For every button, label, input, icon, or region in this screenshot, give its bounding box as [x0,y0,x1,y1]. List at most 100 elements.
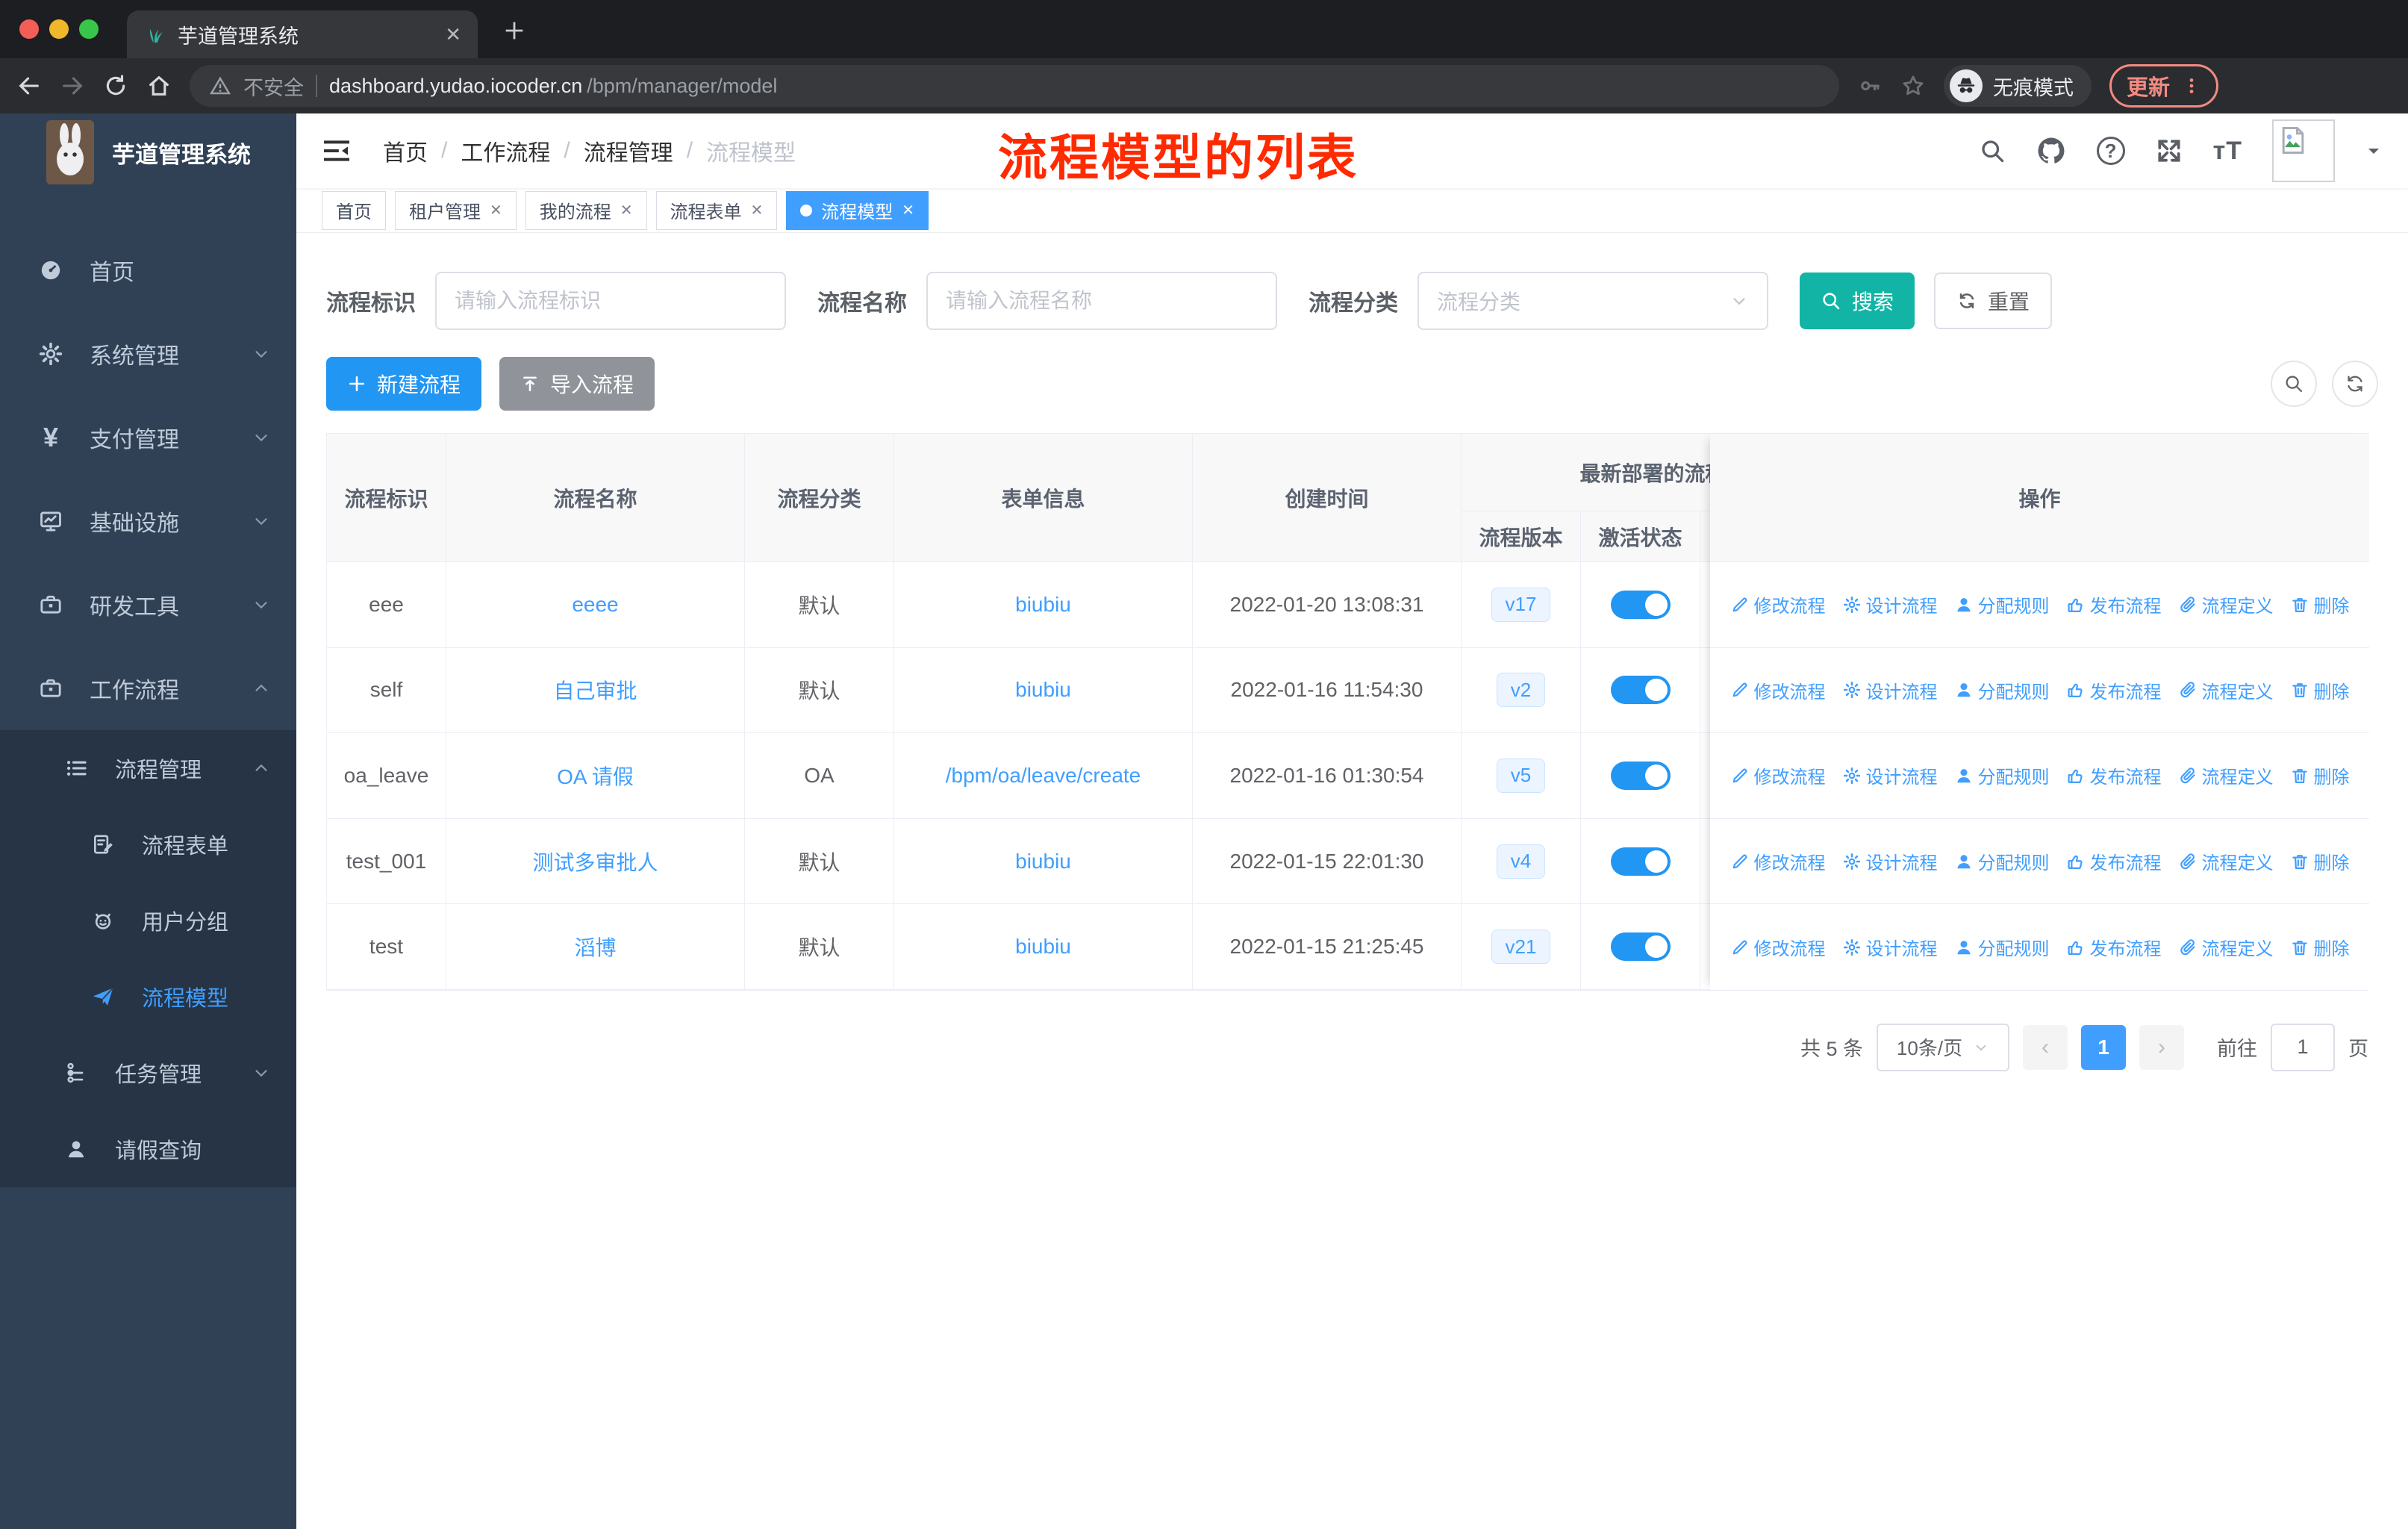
search-icon[interactable] [1979,137,2006,164]
window-controls[interactable] [19,19,99,39]
action-4-row-4[interactable]: 流程定义 [2178,934,2274,960]
sidebar-item-11[interactable]: 请假查询 [0,1111,296,1187]
cell-form-link-2[interactable]: /bpm/oa/leave/create [894,733,1193,819]
browser-menu-update-button[interactable]: 更新 [2109,64,2219,108]
collapse-sidebar-icon[interactable] [322,136,352,166]
action-0-row-0[interactable]: 修改流程 [1730,591,1826,617]
close-icon[interactable]: ✕ [751,201,764,219]
create-process-button[interactable]: 新建流程 [326,357,482,411]
tag-tab-0[interactable]: 首页 [322,190,386,230]
key-icon[interactable] [1857,73,1883,99]
user-avatar[interactable] [2272,119,2335,182]
cell-form-link-3[interactable]: biubiu [894,818,1193,905]
cell-name-link-2[interactable]: OA 请假 [446,733,745,819]
action-0-row-2[interactable]: 修改流程 [1730,762,1826,788]
action-0-row-4[interactable]: 修改流程 [1730,934,1826,960]
font-size-icon[interactable]: ᴛT [2213,137,2242,166]
toggle-search-icon[interactable] [2271,361,2317,407]
active-toggle-1[interactable] [1610,676,1671,705]
category-select[interactable]: 流程分类 [1417,272,1768,330]
action-3-row-2[interactable]: 发布流程 [2066,762,2162,788]
action-2-row-1[interactable]: 分配规则 [1954,677,2050,703]
action-2-row-4[interactable]: 分配规则 [1954,934,2050,960]
sidebar-item-6[interactable]: 流程管理 [0,730,296,806]
close-icon[interactable]: ✕ [490,201,502,219]
key-input[interactable] [435,272,786,330]
action-1-row-3[interactable]: 设计流程 [1842,848,1938,874]
action-1-row-0[interactable]: 设计流程 [1842,591,1938,617]
sidebar-item-1[interactable]: 系统管理 [0,312,296,396]
action-4-row-3[interactable]: 流程定义 [2178,848,2274,874]
action-5-row-0[interactable]: 删除 [2290,591,2350,617]
prev-page-button[interactable]: ‹ [2023,1024,2068,1070]
action-1-row-2[interactable]: 设计流程 [1842,762,1938,788]
home-icon[interactable] [146,73,172,99]
close-tab-icon[interactable]: ✕ [445,23,461,46]
minimize-window-button[interactable] [49,19,69,39]
sidebar-item-3[interactable]: 基础设施 [0,479,296,563]
close-icon[interactable]: ✕ [902,201,914,219]
next-page-button[interactable]: › [2139,1024,2184,1070]
action-2-row-3[interactable]: 分配规则 [1954,848,2050,874]
tag-tab-2[interactable]: 我的流程 ✕ [525,190,647,230]
active-toggle-3[interactable] [1610,847,1671,876]
sidebar-item-9[interactable]: 流程模型 [0,959,296,1035]
zoom-window-button[interactable] [79,19,99,39]
breadcrumb-workflow[interactable]: 工作流程 [461,134,550,167]
github-icon[interactable] [2036,135,2067,166]
cell-form-link-1[interactable]: biubiu [894,647,1193,734]
refresh-table-icon[interactable] [2332,361,2378,407]
page-size-select[interactable]: 10条/页 [1877,1023,2009,1071]
forward-icon[interactable] [60,73,85,99]
reload-icon[interactable] [103,73,128,99]
action-1-row-1[interactable]: 设计流程 [1842,677,1938,703]
action-1-row-4[interactable]: 设计流程 [1842,934,1938,960]
goto-page-input[interactable] [2271,1023,2335,1071]
close-window-button[interactable] [19,19,39,39]
fullscreen-icon[interactable] [2155,137,2183,165]
action-5-row-3[interactable]: 删除 [2290,848,2350,874]
action-5-row-4[interactable]: 删除 [2290,934,2350,960]
cell-form-link-4[interactable]: biubiu [894,904,1193,990]
sidebar-item-10[interactable]: 任务管理 [0,1035,296,1111]
action-4-row-1[interactable]: 流程定义 [2178,677,2274,703]
tag-tab-3[interactable]: 流程表单 ✕ [655,190,778,230]
cell-name-link-4[interactable]: 滔博 [446,904,745,990]
caret-down-icon[interactable] [2365,142,2383,160]
active-toggle-0[interactable] [1610,590,1671,619]
action-3-row-0[interactable]: 发布流程 [2066,591,2162,617]
action-3-row-1[interactable]: 发布流程 [2066,677,2162,703]
cell-name-link-1[interactable]: 自己审批 [446,647,745,734]
action-3-row-4[interactable]: 发布流程 [2066,934,2162,960]
breadcrumb-process-mgmt[interactable]: 流程管理 [584,134,673,167]
page-1-button[interactable]: 1 [2081,1024,2126,1070]
back-icon[interactable] [16,73,42,99]
action-3-row-3[interactable]: 发布流程 [2066,848,2162,874]
action-2-row-2[interactable]: 分配规则 [1954,762,2050,788]
sidebar-item-4[interactable]: 研发工具 [0,563,296,647]
active-toggle-4[interactable] [1610,932,1671,962]
breadcrumb-home[interactable]: 首页 [383,134,428,167]
help-icon[interactable]: ? [2096,137,2125,165]
bookmark-star-icon[interactable] [1900,73,1926,99]
cell-name-link-0[interactable]: eeee [446,562,745,648]
sidebar-item-0[interactable]: 首页 [0,228,296,312]
search-button[interactable]: 搜索 [1800,273,1915,329]
new-tab-button[interactable] [502,18,527,43]
action-5-row-2[interactable]: 删除 [2290,762,2350,788]
browser-tab[interactable]: 芋道管理系统 ✕ [127,10,478,58]
close-icon[interactable]: ✕ [620,201,633,219]
action-0-row-1[interactable]: 修改流程 [1730,677,1826,703]
active-toggle-2[interactable] [1610,761,1671,790]
action-4-row-0[interactable]: 流程定义 [2178,591,2274,617]
sidebar-item-7[interactable]: 流程表单 [0,806,296,882]
security-label[interactable]: 不安全 [243,72,304,101]
action-5-row-1[interactable]: 删除 [2290,677,2350,703]
cell-name-link-3[interactable]: 测试多审批人 [446,818,745,905]
cell-form-link-0[interactable]: biubiu [894,562,1193,648]
sidebar-item-8[interactable]: 用户分组 [0,882,296,959]
address-bar[interactable]: 不安全 dashboard.yudao.iocoder.cn/bpm/manag… [190,65,1839,107]
name-input[interactable] [926,272,1277,330]
action-0-row-3[interactable]: 修改流程 [1730,848,1826,874]
tag-tab-1[interactable]: 租户管理 ✕ [395,190,517,230]
